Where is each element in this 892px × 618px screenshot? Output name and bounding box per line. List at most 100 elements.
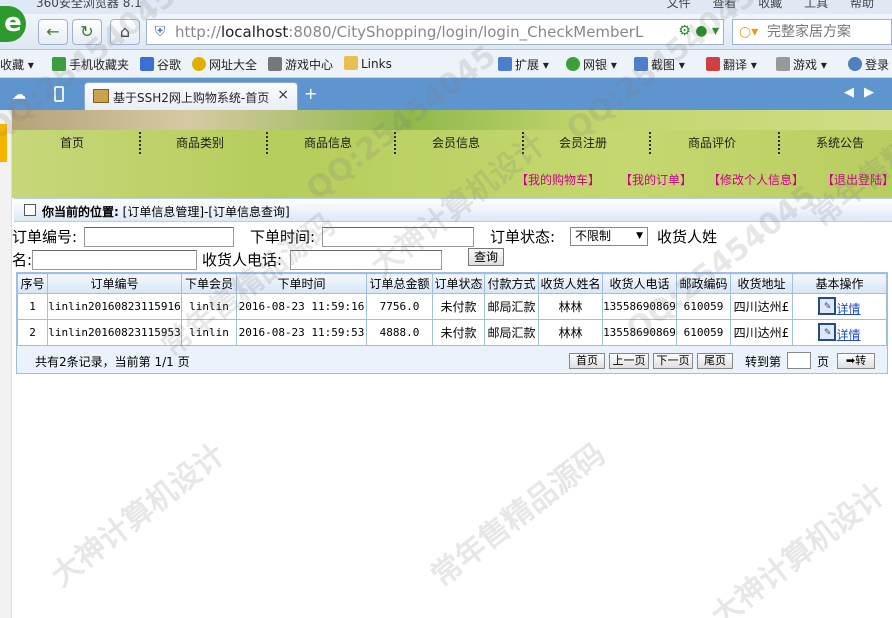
cell-payment: 邮局汇款: [484, 293, 539, 320]
col-header: 下单时间: [236, 273, 367, 294]
window-icon: [24, 204, 36, 216]
goto-label: 转到第: [745, 355, 782, 369]
back-button[interactable]: ←: [38, 19, 68, 45]
cell-postcode: 610059: [676, 319, 731, 346]
col-header: 基本操作: [792, 273, 887, 294]
bank-icon: [566, 57, 580, 71]
fav-collect[interactable]: 收藏 ▾: [0, 56, 34, 73]
query-button[interactable]: 查询: [468, 248, 504, 266]
cell-payment: 邮局汇款: [484, 319, 539, 346]
nav-announcements[interactable]: 系统公告: [816, 134, 864, 151]
tool-extensions[interactable]: 扩展 ▾: [498, 56, 549, 73]
table-header-row: 序号 订单编号 下单会员 下单时间 订单总金额 订单状态 付款方式 收货人姓名 …: [17, 273, 887, 294]
col-header: 订单编号: [47, 273, 182, 294]
cell-member: linlin: [181, 293, 237, 320]
cell-member: linlin: [181, 319, 237, 346]
detail-link[interactable]: 详情: [836, 302, 860, 316]
nav-separator: [266, 132, 268, 154]
refresh-icon: ↻: [80, 22, 94, 41]
home-icon: ⌂: [119, 22, 131, 41]
menu-favorites[interactable]: 收藏: [758, 0, 782, 10]
order-time-input[interactable]: [322, 227, 474, 247]
cell-amount: 4888.0: [366, 319, 433, 346]
cell-phone: 13558690869: [602, 293, 677, 320]
cell-receiver: 林林: [538, 293, 603, 320]
menu-tools[interactable]: 工具: [804, 0, 828, 10]
search-input[interactable]: ○▾ 完整家居方案: [732, 19, 892, 45]
next-page-button[interactable]: 下一页: [653, 353, 693, 369]
order-time-label: 下单时间:: [250, 228, 316, 246]
tab-close-icon[interactable]: ×: [277, 87, 289, 103]
edit-icon[interactable]: ✎: [818, 296, 837, 315]
col-header: 订单状态: [432, 273, 485, 294]
nav-categories[interactable]: 商品类别: [176, 134, 224, 151]
browser-titlebar: 360安全浏览器 8.1 文件 查看 收藏 工具 帮助: [0, 0, 892, 14]
home-button[interactable]: ⌂: [110, 19, 140, 45]
tool-bank[interactable]: 网银 ▾: [566, 56, 617, 73]
menu-view[interactable]: 查看: [712, 0, 736, 10]
receiver-name-input[interactable]: [32, 250, 197, 270]
site-banner: 首页 商品类别 商品信息 会员信息 会员注册 商品评价 系统公告 【我的购物车】…: [12, 110, 892, 198]
shield-icon: ⛨: [154, 24, 166, 40]
fav-mobile[interactable]: 手机收藏夹: [52, 56, 129, 73]
col-header: 邮政编码: [676, 273, 731, 294]
edit-icon[interactable]: ✎: [818, 322, 837, 341]
user-icon: [848, 57, 862, 71]
nav-separator: [394, 132, 396, 154]
link-cart[interactable]: 【我的购物车】: [516, 171, 600, 188]
url-field[interactable]: ⛨ http://localhost:8080/CityShopping/log…: [146, 19, 724, 45]
browser-menu-bar: 文件 查看 收藏 工具 帮助: [667, 0, 892, 11]
receiver-phone-label: 收货人电话:: [202, 251, 283, 269]
translate-icon: [706, 57, 720, 71]
phone-icon[interactable]: [54, 86, 64, 102]
refresh-button[interactable]: ↻: [72, 19, 102, 45]
table-row: 1 linlin20160823115916 linlin 2016-08-23…: [17, 293, 887, 320]
new-tab-button[interactable]: +: [304, 84, 317, 103]
nav-reviews[interactable]: 商品评价: [688, 134, 736, 151]
cell-order-no: linlin20160823115953: [47, 319, 182, 346]
last-page-button[interactable]: 尾页: [697, 353, 733, 369]
receiver-phone-input[interactable]: [290, 250, 442, 270]
tool-screenshot[interactable]: 截图 ▾: [634, 56, 685, 73]
page-number-input[interactable]: [787, 352, 811, 369]
cell-address: 四川达州£: [730, 319, 793, 346]
detail-link[interactable]: 详情: [836, 328, 860, 342]
orders-table: 序号 订单编号 下单会员 下单时间 订单总金额 订单状态 付款方式 收货人姓名 …: [17, 273, 887, 346]
tool-login[interactable]: 登录: [848, 56, 889, 73]
receiver-name-label-cont: 名:: [12, 251, 33, 269]
menu-help[interactable]: 帮助: [850, 0, 874, 10]
link-edit-profile[interactable]: 【修改个人信息】: [708, 171, 804, 188]
cloud-icon[interactable]: ☁: [12, 87, 26, 103]
col-header: 收货人电话: [602, 273, 677, 294]
cell-address: 四川达州£: [730, 293, 793, 320]
page-status-icon[interactable]: ⚙ ● ▾: [678, 23, 719, 39]
cell-order-time: 2016-08-23 11:59:53: [236, 319, 367, 346]
tool-games[interactable]: 游戏 ▾: [776, 56, 827, 73]
col-header: 订单总金额: [366, 273, 433, 294]
col-header: 下单会员: [181, 273, 237, 294]
menu-file[interactable]: 文件: [667, 0, 691, 10]
fav-games[interactable]: 游戏中心: [268, 56, 333, 73]
order-status-select[interactable]: 不限制 ▼: [570, 227, 648, 246]
nav-home[interactable]: 首页: [60, 134, 84, 151]
cell-index: 1: [17, 293, 48, 320]
link-orders[interactable]: 【我的订单】: [620, 171, 692, 188]
tool-translate[interactable]: 翻译 ▾: [706, 56, 757, 73]
nav-members[interactable]: 会员信息: [432, 134, 480, 151]
fav-sites[interactable]: 网址大全: [192, 56, 257, 73]
nav-register[interactable]: 会员注册: [559, 134, 607, 151]
go-button[interactable]: ➡转: [837, 353, 875, 369]
link-logout[interactable]: 【退出登陆】: [822, 171, 892, 188]
fav-google[interactable]: 谷歌: [140, 56, 181, 73]
tab-scroll-arrows[interactable]: ◀▶: [844, 85, 884, 100]
pagination-info: 共有2条记录，当前第 1/1 页: [35, 355, 190, 369]
order-no-input[interactable]: [84, 227, 234, 247]
nav-products[interactable]: 商品信息: [304, 134, 352, 151]
tab-active[interactable]: 基于SSH2网上购物系统-首页 ×: [84, 82, 298, 110]
sidebar-handle[interactable]: [0, 124, 7, 162]
prev-page-button[interactable]: 上一页: [609, 353, 649, 369]
globe-icon: [192, 57, 206, 71]
first-page-button[interactable]: 首页: [569, 353, 605, 369]
gamepad-icon: [268, 57, 282, 71]
fav-links[interactable]: Links: [344, 56, 392, 71]
